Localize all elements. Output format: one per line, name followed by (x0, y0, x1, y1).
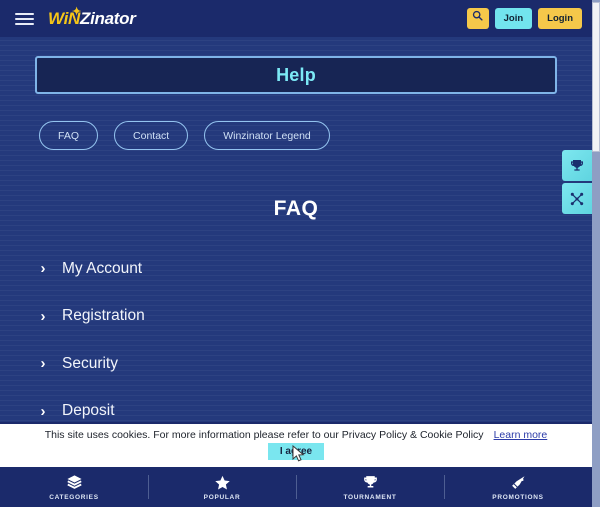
help-tabs: FAQ Contact Winzinator Legend (39, 121, 330, 150)
page-scrollbar-thumb[interactable] (592, 2, 600, 152)
hamburger-line (14, 17, 34, 20)
bottom-nav-label: TOURNAMENT (343, 493, 397, 501)
cookie-text-row: This site uses cookies. For more informa… (0, 429, 592, 441)
cookie-consent-banner: This site uses cookies. For more informa… (0, 422, 592, 467)
bottom-nav-promotions[interactable]: PROMOTIONS (444, 467, 592, 507)
star-icon (214, 474, 231, 491)
login-button[interactable]: Login (538, 8, 582, 29)
rail-trophy-button[interactable] (562, 150, 592, 181)
bottom-nav-popular[interactable]: POPULAR (148, 467, 296, 507)
hamburger-line (14, 12, 34, 15)
bottom-nav-tournament[interactable]: TOURNAMENT (296, 467, 444, 507)
accordion-item-my-account[interactable]: › My Account (38, 245, 538, 293)
tab-winzinator-legend[interactable]: Winzinator Legend (204, 121, 330, 150)
logo-text-zinator: Zinator (80, 8, 136, 28)
bottom-nav-label: POPULAR (203, 493, 241, 501)
site-logo[interactable]: ✦ WiNZinator (48, 6, 136, 29)
learn-more-link[interactable]: Learn more (494, 429, 548, 441)
header-actions: Join Login (466, 8, 582, 29)
accordion-item-security[interactable]: › Security (38, 340, 538, 388)
page-title: Help (276, 64, 316, 85)
accordion-label: Registration (62, 307, 145, 325)
bottom-navigation-bar: CATEGORIES POPULAR TOURNAMENT PROMOTIONS (0, 467, 592, 507)
accordion-item-registration[interactable]: › Registration (38, 293, 538, 341)
tournament-bracket-icon (569, 191, 585, 207)
cookie-agree-button[interactable]: I agree (267, 443, 325, 460)
rail-tournament-button[interactable] (562, 183, 592, 214)
join-button[interactable]: Join (494, 8, 533, 29)
section-title-faq: FAQ (273, 197, 319, 220)
trophy-icon (569, 158, 585, 174)
tab-faq[interactable]: FAQ (39, 121, 99, 150)
logo-star-icon: ✦ (72, 5, 81, 18)
faq-accordion-list: › My Account › Registration › Security ›… (38, 245, 538, 435)
bottom-nav-label: CATEGORIES (49, 493, 99, 501)
tab-contact[interactable]: Contact (114, 121, 189, 150)
hamburger-menu-icon[interactable] (6, 0, 42, 37)
hamburger-line (14, 22, 34, 25)
chevron-right-icon: › (40, 260, 46, 278)
chevron-right-icon: › (40, 355, 46, 373)
bottom-nav-categories[interactable]: CATEGORIES (0, 467, 148, 507)
megaphone-icon (510, 474, 527, 491)
page-viewport: ✦ WiNZinator Join Login Help FAQ Contact… (0, 0, 592, 507)
accordion-label: My Account (62, 259, 143, 277)
cookie-message: This site uses cookies. For more informa… (44, 429, 484, 441)
trophy-icon (362, 474, 379, 491)
help-hero-box: Help (35, 56, 557, 94)
top-header-bar: ✦ WiNZinator Join Login (0, 0, 592, 37)
layers-icon (66, 474, 83, 491)
accordion-label: Security (62, 354, 118, 372)
chevron-right-icon: › (40, 307, 46, 325)
bottom-nav-label: PROMOTIONS (492, 493, 544, 501)
search-icon (472, 8, 483, 29)
chevron-right-icon: › (40, 402, 46, 420)
accordion-label: Deposit (62, 402, 115, 420)
floating-side-rail (562, 150, 592, 214)
search-button[interactable] (466, 8, 489, 29)
